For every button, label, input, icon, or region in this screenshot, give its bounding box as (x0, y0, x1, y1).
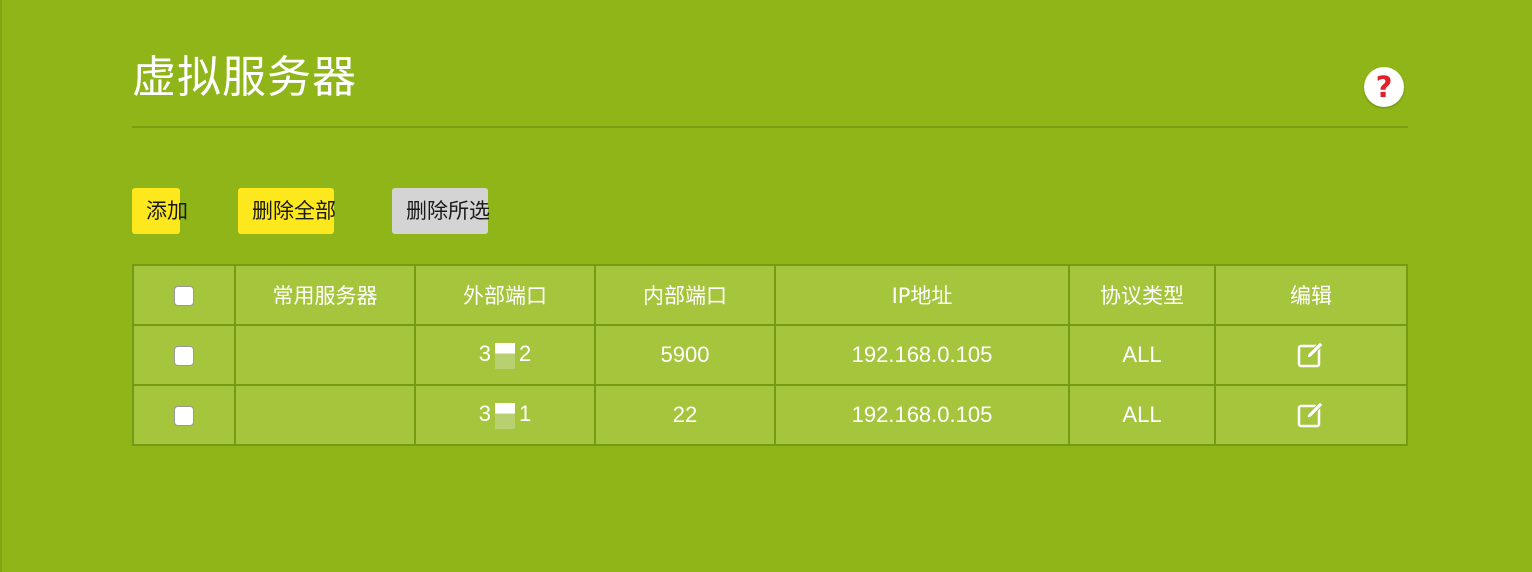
common-server-cell (234, 324, 416, 386)
row-select-cell (132, 384, 236, 446)
help-button[interactable]: ? (1364, 67, 1404, 107)
header-internal-port: 内部端口 (594, 264, 776, 326)
external-port-prefix: 3 (478, 401, 491, 427)
ip-address-cell: 192.168.0.105 (774, 324, 1070, 386)
header-edit: 编辑 (1214, 264, 1408, 326)
header-protocol: 协议类型 (1068, 264, 1216, 326)
edit-icon[interactable] (1296, 340, 1326, 370)
common-server-cell (234, 384, 416, 446)
external-port-prefix: 3 (478, 341, 491, 367)
left-border (0, 0, 2, 572)
add-button[interactable]: 添加 (132, 188, 188, 234)
header-ip-address: IP地址 (774, 264, 1070, 326)
internal-port-cell: 5900 (594, 324, 776, 386)
redacted-digits (495, 402, 515, 429)
header-common-server: 常用服务器 (234, 264, 416, 326)
external-port-suffix: 1 (519, 401, 532, 427)
external-port-suffix: 2 (519, 341, 532, 367)
row-checkbox[interactable] (174, 346, 194, 366)
table-row: 32 5900 192.168.0.105 ALL (132, 324, 1408, 386)
row-select-cell (132, 324, 236, 386)
select-all-checkbox[interactable] (174, 286, 194, 306)
header-external-port: 外部端口 (414, 264, 596, 326)
external-port-cell: 31 (414, 384, 596, 446)
select-all-cell (132, 264, 236, 326)
edit-icon[interactable] (1296, 400, 1326, 430)
virtual-server-table: 常用服务器 外部端口 内部端口 IP地址 协议类型 编辑 32 5900 192… (132, 264, 1408, 446)
page-title: 虚拟服务器 (132, 53, 357, 102)
delete-all-button[interactable]: 删除全部 (238, 188, 336, 234)
table-header-row: 常用服务器 外部端口 内部端口 IP地址 协议类型 编辑 (132, 264, 1408, 326)
redacted-digits (495, 342, 515, 369)
external-port-cell: 32 (414, 324, 596, 386)
title-divider (132, 126, 1408, 128)
protocol-cell: ALL (1068, 384, 1216, 446)
edit-cell (1214, 324, 1408, 386)
delete-selected-button[interactable]: 删除所选 (392, 188, 490, 234)
question-mark-icon: ? (1375, 70, 1393, 104)
table-row: 31 22 192.168.0.105 ALL (132, 384, 1408, 446)
edit-cell (1214, 384, 1408, 446)
internal-port-cell: 22 (594, 384, 776, 446)
row-checkbox[interactable] (174, 406, 194, 426)
ip-address-cell: 192.168.0.105 (774, 384, 1070, 446)
protocol-cell: ALL (1068, 324, 1216, 386)
